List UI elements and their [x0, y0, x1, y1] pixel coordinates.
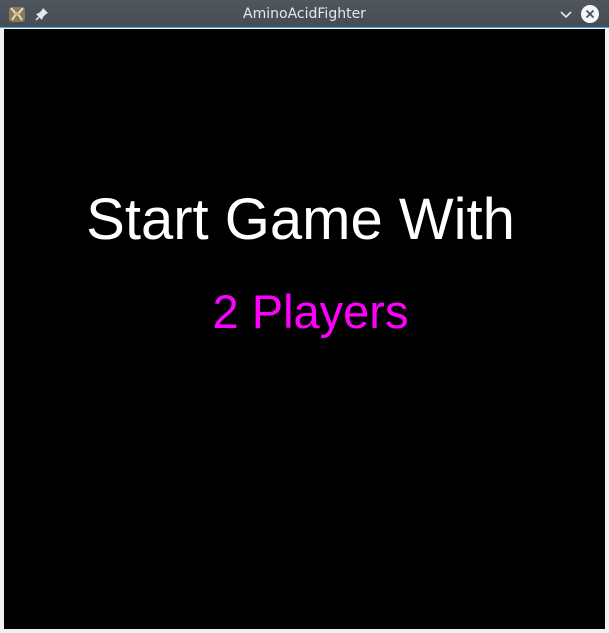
app-window: AminoAcidFighter Start Game With 2 Playe…: [0, 0, 609, 633]
start-game-heading: Start Game With: [86, 187, 515, 252]
app-icon[interactable]: [7, 4, 27, 24]
game-canvas[interactable]: Start Game With 2 Players: [4, 29, 605, 629]
window-title: AminoAcidFighter: [243, 6, 366, 22]
chevron-down-icon[interactable]: [558, 6, 574, 22]
pin-icon[interactable]: [34, 6, 50, 22]
window-titlebar[interactable]: AminoAcidFighter: [0, 0, 609, 28]
player-count-option[interactable]: 2 Players: [10, 285, 609, 339]
close-icon[interactable]: [580, 4, 600, 24]
